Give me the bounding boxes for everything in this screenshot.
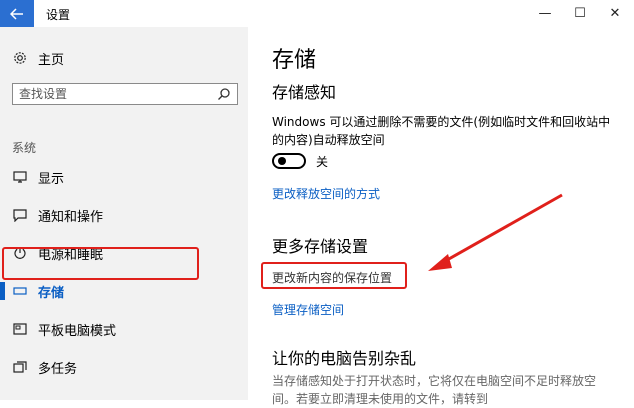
page-title: 存储 <box>272 48 317 73</box>
tablet-icon <box>12 321 28 337</box>
declutter-description: 当存储感知处于打开状态时，它将仅在电脑空间不足时释放空间。若要立即清理未使用的文… <box>272 374 597 406</box>
minimize-icon: — <box>538 6 552 21</box>
selection-indicator <box>0 282 5 300</box>
close-icon: ✕ <box>609 6 621 21</box>
storage-icon <box>12 283 28 299</box>
notification-icon <box>12 207 28 223</box>
search-box[interactable] <box>12 83 238 105</box>
sidebar-item-label: 电源和睡眠 <box>38 247 104 263</box>
sidebar: 主页 系统 显示 通知和操作 电源和睡眠 存储 <box>0 27 248 400</box>
more-storage-settings-heading: 更多存储设置 <box>272 237 369 256</box>
main-content: 存储 存储感知 Windows 可以通过删除不需要的文件(例如临时文件和回收站中… <box>248 27 634 406</box>
gear-icon <box>12 50 28 66</box>
sidebar-item-label: 存储 <box>38 285 65 301</box>
power-icon <box>12 245 28 261</box>
sidebar-item-label: 通知和操作 <box>38 209 104 225</box>
monitor-icon <box>12 169 28 185</box>
sidebar-item-label: 多任务 <box>38 361 78 377</box>
section-label-system: 系统 <box>12 141 37 155</box>
title-bar: 设置 — ☐ ✕ <box>0 0 634 27</box>
storage-sense-description: Windows 可以通过删除不需要的文件(例如临时文件和回收站中的内容)自动释放… <box>272 115 611 147</box>
back-button[interactable] <box>0 0 34 27</box>
multitask-icon <box>12 359 28 375</box>
change-save-location-link[interactable]: 更改新内容的保存位置 <box>272 269 392 286</box>
minimize-button[interactable]: — <box>528 0 562 27</box>
sidebar-item-notifications[interactable]: 通知和操作 <box>0 197 248 233</box>
close-button[interactable]: ✕ <box>598 0 632 27</box>
search-icon <box>218 88 230 100</box>
maximize-icon: ☐ <box>574 6 586 21</box>
maximize-button[interactable]: ☐ <box>563 0 597 27</box>
storage-sense-toggle[interactable] <box>272 153 306 169</box>
home-label: 主页 <box>38 52 65 68</box>
sidebar-item-display[interactable]: 显示 <box>0 159 248 195</box>
sidebar-item-label: 平板电脑模式 <box>38 323 117 339</box>
change-free-space-link[interactable]: 更改释放空间的方式 <box>272 185 380 202</box>
sidebar-item-label: 显示 <box>38 171 65 187</box>
sidebar-item-storage[interactable]: 存储 <box>0 273 248 309</box>
window-title: 设置 <box>46 8 71 22</box>
sidebar-item-multitasking[interactable]: 多任务 <box>0 349 248 385</box>
storage-sense-heading: 存储感知 <box>272 83 337 102</box>
toggle-state-label: 关 <box>316 154 329 169</box>
back-arrow-icon <box>10 7 23 20</box>
manage-storage-spaces-link[interactable]: 管理存储空间 <box>272 301 344 318</box>
sidebar-item-power[interactable]: 电源和睡眠 <box>0 235 248 271</box>
search-input[interactable] <box>19 86 209 102</box>
home-item[interactable]: 主页 <box>12 49 65 68</box>
toggle-knob <box>278 157 286 165</box>
sidebar-item-tablet-mode[interactable]: 平板电脑模式 <box>0 311 248 347</box>
declutter-heading: 让你的电脑告别杂乱 <box>272 349 417 368</box>
storage-sense-toggle-row: 关 <box>272 151 328 171</box>
